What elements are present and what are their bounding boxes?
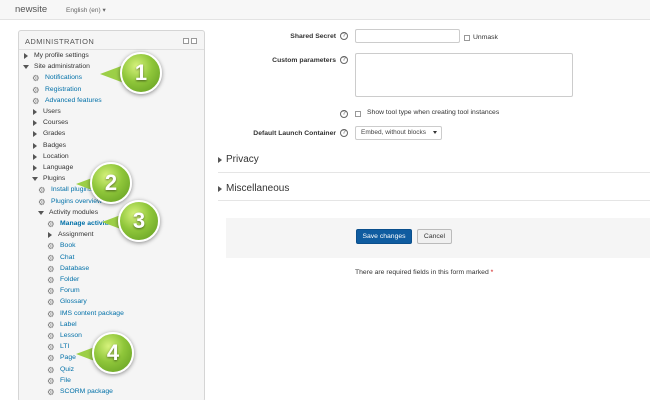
chevron-right-icon: [33, 109, 37, 115]
custom-parameters-textarea[interactable]: [355, 53, 573, 97]
admin-tree-item-label: Plugins: [43, 175, 66, 183]
step-callout-4: 4: [92, 332, 134, 374]
admin-tree-item-label: Quiz: [60, 365, 74, 373]
site-name-link[interactable]: newsite: [15, 4, 47, 15]
admin-tree-item-label: Activity modules: [49, 208, 99, 216]
chevron-right-icon: [33, 165, 37, 171]
required-fields-text: There are required fields in this form m…: [355, 269, 489, 276]
default-launch-container-value: Embed, without blocks: [361, 129, 427, 136]
gear-icon: ⚙: [47, 219, 55, 229]
gear-icon: ⚙: [47, 275, 55, 285]
gear-icon: ⚙: [32, 84, 40, 95]
gear-icon: ⚙: [47, 364, 55, 375]
admin-tree-item-label: IMS content package: [60, 309, 124, 317]
gear-icon: ⚙: [47, 387, 55, 397]
admin-tree-item-label: My profile settings: [34, 52, 89, 59]
admin-tree-item-label: Language: [43, 164, 74, 171]
help-icon[interactable]: ?: [340, 129, 348, 137]
dock-block-icon[interactable]: [183, 38, 189, 44]
language-menu[interactable]: English (en) ▾: [66, 6, 106, 14]
chevron-right-icon: [33, 142, 37, 149]
admin-tree-item-label: Plugins overview: [51, 197, 102, 205]
gear-icon: ⚙: [32, 95, 40, 106]
default-launch-container-label: Default Launch Container: [253, 130, 336, 137]
admin-tree-item-label: File: [60, 376, 71, 384]
privacy-section-header[interactable]: Privacy: [226, 154, 259, 165]
gear-icon: ⚙: [38, 196, 46, 207]
admin-tree-item-label: Location: [43, 152, 69, 160]
admin-tree-item-label: Badges: [43, 141, 67, 149]
cancel-button[interactable]: Cancel: [417, 229, 452, 244]
top-navbar: newsite English (en) ▾: [0, 0, 650, 20]
gear-icon: ⚙: [32, 73, 40, 84]
gear-icon: ⚙: [47, 297, 55, 308]
admin-tree-item-label: Chat: [60, 253, 75, 261]
hide-block-icon[interactable]: [191, 38, 197, 44]
shared-secret-label: Shared Secret: [290, 33, 336, 40]
gear-icon: ⚙: [47, 319, 55, 330]
chevron-right-icon: [33, 153, 37, 160]
step-callout-3: 3: [118, 200, 160, 242]
gear-icon: ⚙: [47, 241, 55, 252]
admin-tree-item-label: Folder: [60, 276, 80, 283]
chevron-right-icon[interactable]: [218, 157, 222, 163]
admin-tree-item-label: Registration: [45, 85, 82, 93]
admin-tree-item-label: Database: [60, 264, 90, 272]
save-changes-button[interactable]: Save changes: [356, 229, 412, 244]
show-tool-type-checkbox[interactable]: [355, 111, 361, 117]
gear-icon: ⚙: [38, 185, 46, 196]
help-icon[interactable]: ?: [340, 110, 348, 118]
admin-tree-item-label: Notifications: [45, 74, 83, 82]
admin-tree-item-label: SCORM package: [60, 388, 113, 395]
custom-parameters-label: Custom parameters: [272, 57, 336, 64]
chevron-right-icon[interactable]: [218, 186, 222, 192]
administration-title: ADMINISTRATION: [25, 37, 95, 46]
gear-icon: ⚙: [47, 308, 55, 319]
help-icon[interactable]: ?: [340, 32, 348, 40]
show-tool-type-label: Show tool type when creating tool instan…: [367, 109, 500, 116]
chevron-right-icon: [48, 232, 52, 239]
gear-icon: ⚙: [47, 342, 55, 353]
admin-tree-item-label: Courses: [43, 119, 69, 127]
gear-icon: ⚙: [47, 375, 55, 386]
chevron-down-icon: [38, 210, 44, 215]
gear-icon: ⚙: [47, 252, 55, 263]
section-divider: [218, 172, 650, 173]
admin-tree-item-label: Grades: [43, 130, 66, 138]
shared-secret-input[interactable]: [355, 29, 460, 43]
admin-tree-item-label: Glossary: [60, 298, 87, 306]
admin-tree-item-label: Forum: [60, 287, 80, 295]
admin-tree-item-label: Site administration: [34, 63, 90, 71]
administration-block-header: ADMINISTRATION: [19, 31, 204, 50]
chevron-down-icon: [32, 177, 38, 182]
required-fields-note: There are required fields in this form m…: [355, 269, 493, 276]
admin-tree-item-label: LTI: [60, 343, 70, 351]
admin-tree-item-label: Label: [60, 320, 77, 328]
step-callout-2: 2: [90, 162, 132, 204]
default-launch-container-select[interactable]: Embed, without blocks: [355, 126, 442, 140]
chevron-right-icon: [24, 53, 28, 59]
required-star: *: [490, 269, 494, 276]
gear-icon: ⚙: [47, 331, 55, 341]
step-callout-1: 1: [120, 52, 162, 94]
admin-tree-item-label: Users: [43, 108, 61, 115]
miscellaneous-section-header[interactable]: Miscellaneous: [226, 183, 289, 194]
admin-tree-item-label: Page: [60, 354, 76, 362]
help-icon[interactable]: ?: [340, 56, 348, 64]
admin-tree-item-label: Book: [60, 242, 76, 250]
unmask-label: Unmask: [473, 34, 498, 41]
gear-icon: ⚙: [47, 286, 55, 297]
admin-tree-item-label: Assignment: [58, 231, 94, 239]
chevron-right-icon: [33, 131, 37, 138]
chevron-down-icon: [23, 65, 29, 70]
admin-tree-item-label: Lesson: [60, 332, 82, 339]
chevron-down-icon: [433, 131, 437, 134]
admin-tree-item-label: Advanced features: [45, 96, 102, 104]
chevron-right-icon: [33, 120, 37, 127]
unmask-checkbox[interactable]: [464, 35, 470, 41]
gear-icon: ⚙: [47, 263, 55, 274]
gear-icon: ⚙: [47, 353, 55, 364]
section-divider: [218, 200, 650, 201]
form-buttons: Save changes Cancel: [226, 218, 650, 258]
